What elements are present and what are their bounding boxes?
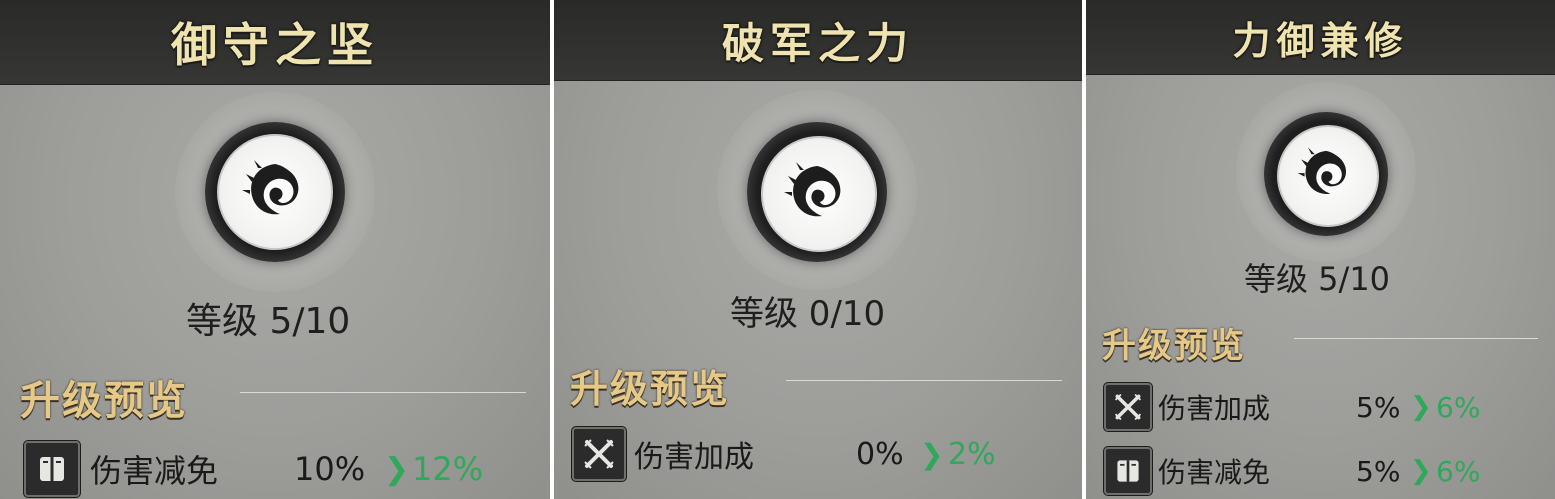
divider (786, 380, 1062, 381)
divider (1294, 338, 1538, 339)
upgrade-preview-title: 升级预览 (570, 366, 731, 411)
talent-emblem[interactable] (682, 90, 952, 290)
upgrade-preview-title: 升级预览 (1102, 326, 1246, 366)
shield-book-icon (24, 441, 80, 497)
shield-book-icon (1104, 447, 1152, 495)
swirl-emblem-icon (784, 162, 841, 217)
divider (240, 392, 526, 393)
stat-next-value: 12% (412, 450, 484, 488)
increase-arrow-icon: ❯ (1410, 456, 1432, 486)
stat-next-value: 6% (1436, 390, 1481, 424)
stat-current-value: 10% (294, 450, 366, 488)
talent-panel-attack: 破军之力 等级 0/10 升级预览 伤害加成 0% ❯ 2% (554, 0, 1082, 499)
level-text: 等级 5/10 (1244, 260, 1391, 298)
stat-current-value: 5% (1356, 390, 1401, 424)
talent-panel-hybrid: 力御兼修 等级 5/10 升级预览 伤害加成 5% ❯ 6% 伤害减免 5% ❯… (1086, 0, 1555, 499)
crossed-swords-icon (1104, 383, 1152, 431)
stat-row: 伤害加成 0% ❯ 2% (572, 424, 1082, 484)
increase-arrow-icon: ❯ (1410, 392, 1432, 422)
stat-name: 伤害减免 (1158, 456, 1271, 489)
stat-row: 伤害减免 5% ❯ 6% (1104, 444, 1555, 498)
talent-panel-defense: 御守之坚 等级 5/10 升级预览 伤害减免 10% ❯ 12% (0, 0, 550, 499)
stat-row: 伤害减免 10% ❯ 12% (24, 438, 550, 499)
talent-emblem[interactable] (1206, 82, 1446, 262)
stat-name: 伤害加成 (634, 440, 754, 475)
crossed-swords-icon (572, 427, 626, 481)
level-text: 等级 5/10 (186, 301, 351, 342)
stat-name: 伤害减免 (90, 452, 219, 490)
panel-title: 御守之坚 (171, 18, 379, 72)
panel-title: 力御兼修 (1232, 17, 1409, 63)
stat-current-value: 0% (856, 436, 904, 472)
panel-title-bar: 破军之力 (554, 0, 1082, 81)
level-text: 等级 0/10 (730, 294, 886, 334)
talent-emblem[interactable] (140, 92, 410, 292)
panel-title-bar: 力御兼修 (1086, 0, 1555, 75)
increase-arrow-icon: ❯ (384, 451, 410, 487)
swirl-emblem-icon (1297, 147, 1347, 194)
stat-name: 伤害加成 (1158, 392, 1271, 425)
stat-next-value: 2% (948, 436, 996, 472)
panel-title-bar: 御守之坚 (0, 0, 550, 85)
stat-current-value: 5% (1356, 454, 1401, 488)
swirl-emblem-icon (242, 160, 299, 215)
stat-row: 伤害加成 5% ❯ 6% (1104, 380, 1555, 434)
stat-next-value: 6% (1436, 454, 1481, 488)
upgrade-preview-title: 升级预览 (20, 377, 188, 424)
panel-title: 破军之力 (721, 18, 914, 68)
increase-arrow-icon: ❯ (920, 437, 944, 471)
